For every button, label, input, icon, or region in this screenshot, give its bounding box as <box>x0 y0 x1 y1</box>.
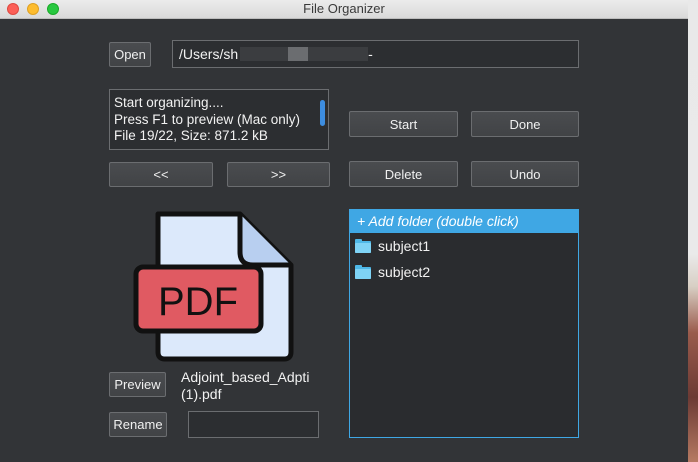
path-field[interactable]: /Users/sh - <box>172 40 579 68</box>
window-title: File Organizer <box>303 1 385 16</box>
file-name-line: (1).pdf <box>181 386 222 402</box>
file-name-line: Adjoint_based_Adpti <box>181 369 310 385</box>
pdf-badge-text: PDF <box>158 280 238 324</box>
done-button[interactable]: Done <box>471 111 579 137</box>
rename-button[interactable]: Rename <box>109 412 167 437</box>
folder-icon <box>355 265 371 279</box>
redacted-region <box>288 47 309 61</box>
folder-list[interactable]: + Add folder (double click) subject1 sub… <box>349 209 579 438</box>
undo-button[interactable]: Undo <box>471 161 579 187</box>
folder-label: subject1 <box>378 238 431 254</box>
folder-item[interactable]: subject2 <box>350 259 578 285</box>
log-line: Press F1 to preview (Mac only) <box>114 111 301 127</box>
log-line: File 19/22, Size: 871.2 kB <box>114 128 268 143</box>
path-tail-text: - <box>368 46 373 62</box>
previous-file-button[interactable]: << <box>109 162 213 187</box>
redacted-region <box>240 47 289 61</box>
pdf-file-icon: PDF <box>133 211 294 362</box>
desktop-background <box>688 0 698 462</box>
log-scrollbar[interactable] <box>320 100 325 126</box>
redacted-region <box>308 47 369 61</box>
current-file-name: Adjoint_based_Adpti (1).pdf <box>181 369 331 403</box>
app-window: File Organizer Open /Users/sh - Start org… <box>0 0 688 462</box>
open-button[interactable]: Open <box>109 42 151 67</box>
folder-icon <box>355 239 371 253</box>
preview-button[interactable]: Preview <box>109 372 166 397</box>
delete-button[interactable]: Delete <box>349 161 458 187</box>
log-line: Start organizing.... <box>114 95 224 110</box>
next-file-button[interactable]: >> <box>227 162 330 187</box>
folder-item[interactable]: subject1 <box>350 233 578 259</box>
start-button[interactable]: Start <box>349 111 458 137</box>
folder-label: subject2 <box>378 264 431 280</box>
title-bar: File Organizer <box>0 0 688 19</box>
rename-input[interactable] <box>188 411 319 438</box>
add-folder-item[interactable]: + Add folder (double click) <box>350 210 578 233</box>
status-log: Start organizing.... Press F1 to preview… <box>109 89 329 150</box>
path-text: /Users/sh <box>179 46 239 62</box>
